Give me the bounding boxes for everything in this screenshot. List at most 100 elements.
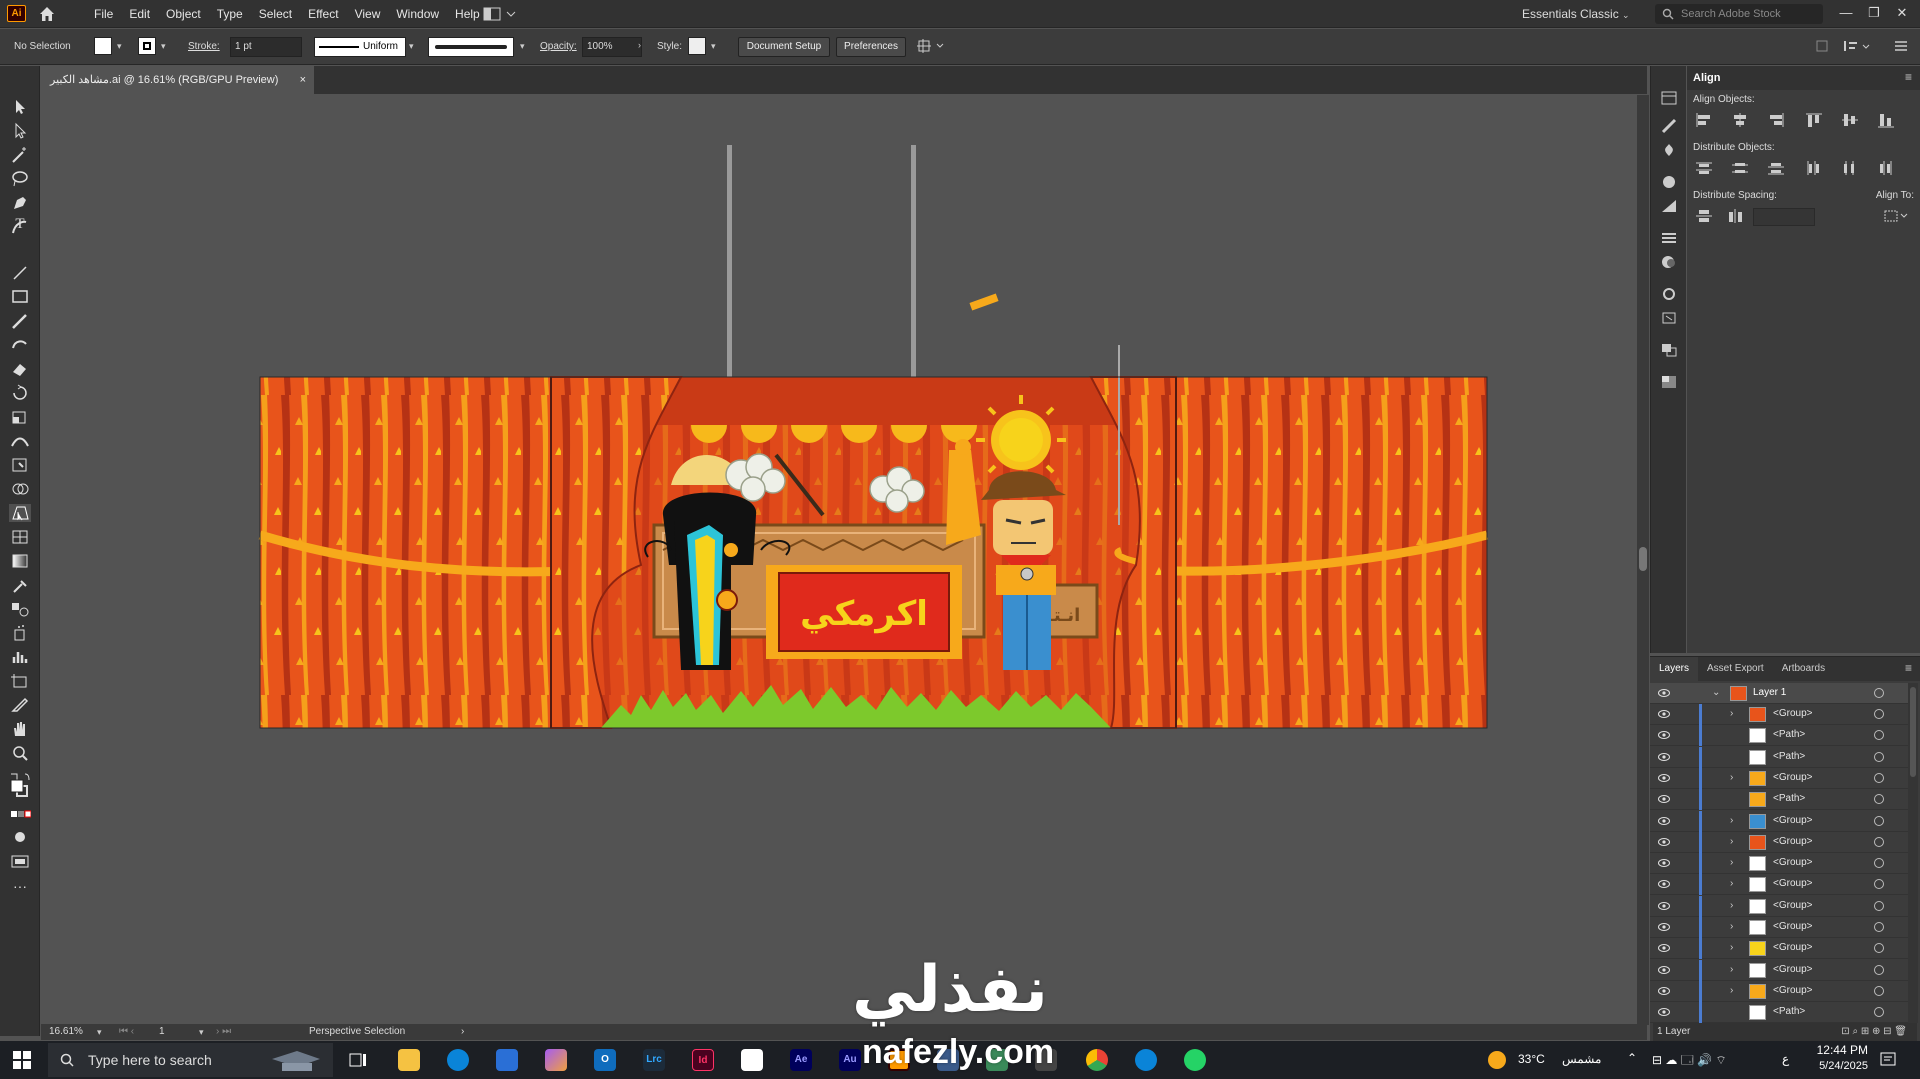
layers-scrollbar[interactable] <box>1908 683 1918 1023</box>
free-transform-tool-icon[interactable] <box>9 456 31 474</box>
canvas-area[interactable]: انـتـ اكرمكي <box>41 95 1638 1025</box>
visibility-eye-icon[interactable] <box>1658 965 1670 974</box>
distribute-top-icon[interactable] <box>1695 160 1713 176</box>
rectangle-tool-icon[interactable] <box>9 288 31 306</box>
stock-search-input[interactable]: Search Adobe Stock <box>1655 4 1823 24</box>
type-tool-icon[interactable]: T <box>9 216 31 234</box>
weather-temp[interactable]: 33°C <box>1518 1052 1545 1066</box>
distribute-hcenter-icon[interactable] <box>1841 160 1859 176</box>
expand-arrow-icon[interactable]: › <box>1730 704 1733 724</box>
target-circle-icon[interactable] <box>1874 688 1884 698</box>
target-circle-icon[interactable] <box>1874 964 1884 975</box>
target-circle-icon[interactable] <box>1874 900 1884 911</box>
current-tool-status[interactable]: Perspective Selection <box>309 1024 405 1040</box>
line-tool-icon[interactable] <box>9 264 31 282</box>
pathfinder-icon[interactable] <box>1660 342 1678 358</box>
vertical-scrollbar[interactable] <box>1637 95 1649 1025</box>
symbol-sprayer-tool-icon[interactable] <box>9 624 31 642</box>
appearance-icon[interactable] <box>1660 254 1678 270</box>
collapse-layer-icon[interactable]: ⌄ <box>1712 683 1720 703</box>
menu-window[interactable]: Window <box>388 0 447 28</box>
transform-icon[interactable] <box>1660 310 1678 326</box>
expand-arrow-icon[interactable]: › <box>1730 811 1733 831</box>
align-panel-title[interactable]: Align <box>1693 72 1721 84</box>
layer-item-row[interactable]: › <Group> <box>1650 831 1908 853</box>
ms-store-icon[interactable] <box>496 1049 518 1071</box>
edge-dev-icon[interactable] <box>1135 1049 1157 1071</box>
notepad-icon[interactable] <box>741 1049 763 1071</box>
zoom-tool-icon[interactable] <box>9 744 31 762</box>
layer-item-row[interactable]: <Path> <box>1650 1002 1908 1024</box>
illustrator-logo-icon[interactable]: Ai <box>7 5 26 22</box>
column-graph-tool-icon[interactable] <box>9 648 31 666</box>
visibility-eye-icon[interactable] <box>1658 923 1670 931</box>
distribute-right-icon[interactable] <box>1877 160 1895 176</box>
symbols-icon[interactable] <box>1660 142 1678 158</box>
screen-mode-icon[interactable] <box>9 852 31 870</box>
menu-effect[interactable]: Effect <box>300 0 346 28</box>
layer-item-row[interactable]: › <Group> <box>1650 767 1908 789</box>
item-name[interactable]: <Path> <box>1773 789 1805 809</box>
layer-item-row[interactable]: › <Group> <box>1650 704 1908 725</box>
expand-arrow-icon[interactable]: › <box>1730 874 1733 894</box>
visibility-eye-icon[interactable] <box>1658 880 1670 889</box>
visibility-eye-icon[interactable] <box>1658 816 1670 825</box>
rotate-tool-icon[interactable] <box>9 384 31 402</box>
transparency-icon[interactable] <box>1660 374 1678 390</box>
target-circle-icon[interactable] <box>1874 772 1884 783</box>
properties-icon[interactable] <box>1660 90 1678 106</box>
zoom-dropdown-icon[interactable]: ▾ <box>97 1024 102 1040</box>
scale-tool-icon[interactable] <box>9 408 31 426</box>
layer-item-row[interactable]: › <Group> <box>1650 938 1908 960</box>
expand-arrow-icon[interactable]: › <box>1730 960 1733 980</box>
panel-toggle-icon[interactable] <box>1815 39 1911 56</box>
horizontal-align-right-icon[interactable] <box>1767 112 1785 128</box>
color-guide-icon[interactable] <box>1660 174 1678 190</box>
visibility-eye-icon[interactable] <box>1658 859 1670 868</box>
item-name[interactable]: <Group> <box>1773 832 1812 852</box>
target-circle-icon[interactable] <box>1874 922 1884 932</box>
opacity-field[interactable]: 100% <box>582 37 642 57</box>
document-tab[interactable]: مشاهد الكبير.ai @ 16.61% (RGB/GPU Previe… <box>44 66 314 94</box>
item-name[interactable]: <Path> <box>1773 747 1805 767</box>
selection-tool-icon[interactable] <box>9 98 31 116</box>
target-circle-icon[interactable] <box>1874 1007 1884 1018</box>
menu-object[interactable]: Object <box>158 0 209 28</box>
visibility-eye-icon[interactable] <box>1658 795 1670 804</box>
artboard-tool-icon[interactable] <box>9 672 31 690</box>
zoom-level[interactable]: 16.61% <box>49 1024 83 1040</box>
expand-arrow-icon[interactable]: › <box>1730 917 1733 937</box>
lasso-tool-icon[interactable] <box>9 170 31 188</box>
after-effects-icon[interactable]: Ae <box>790 1049 812 1071</box>
file-explorer-icon[interactable] <box>398 1049 420 1071</box>
input-language[interactable]: ع <box>1782 1052 1789 1066</box>
layer-name[interactable]: Layer 1 <box>1753 683 1786 703</box>
expand-arrow-icon[interactable]: › <box>1730 981 1733 1001</box>
shaper-tool-icon[interactable] <box>9 336 31 354</box>
layers-menu-icon[interactable]: ≡ <box>1905 661 1912 675</box>
target-circle-icon[interactable] <box>1874 730 1884 741</box>
shape-builder-tool-icon[interactable] <box>9 480 31 498</box>
expand-arrow-icon[interactable]: › <box>1730 768 1733 788</box>
menu-type[interactable]: Type <box>209 0 251 28</box>
restore-icon[interactable]: ❐ <box>1865 4 1883 22</box>
opacity-label[interactable]: Opacity: <box>540 40 577 54</box>
graphic-style-swatch[interactable] <box>688 37 706 55</box>
brush-definition[interactable] <box>428 37 514 57</box>
stroke-label[interactable]: Stroke: <box>188 40 220 54</box>
visibility-eye-icon[interactable] <box>1658 752 1670 761</box>
target-circle-icon[interactable] <box>1874 985 1884 996</box>
layers-footer-icons[interactable]: ⊡ ⌕ ⊞ ⊕ ⊟ 🗑 <box>1841 1023 1907 1041</box>
pen-tool-icon[interactable] <box>9 194 31 212</box>
visibility-eye-icon[interactable] <box>1658 944 1670 953</box>
layer-item-row[interactable]: <Path> <box>1650 789 1908 811</box>
magic-wand-tool-icon[interactable] <box>9 146 31 164</box>
visibility-eye-icon[interactable] <box>1658 901 1670 910</box>
artboard-dropdown-icon[interactable]: ▾ <box>199 1024 204 1040</box>
direct-selection-tool-icon[interactable] <box>9 122 31 140</box>
distribute-left-icon[interactable] <box>1805 160 1823 176</box>
windows-start-icon[interactable] <box>13 1051 31 1069</box>
outlook-icon[interactable]: O <box>594 1049 616 1071</box>
align-to-selection-icon[interactable] <box>1883 208 1909 224</box>
layer-row[interactable]: ⌄ Layer 1 <box>1650 683 1908 704</box>
